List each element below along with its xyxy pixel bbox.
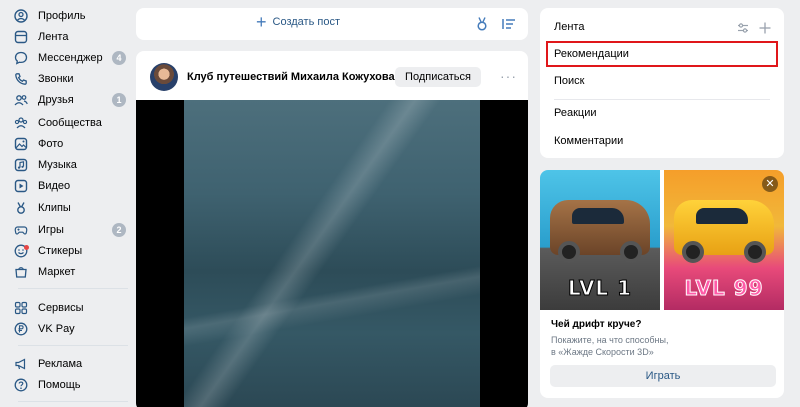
sidebar-item-clips[interactable]: Клипы [14,198,130,218]
sidebar-item-music[interactable]: Музыка [14,155,130,175]
sidebar-item-label: Звонки [38,73,74,85]
lvl-99-label: LVL 99 [684,276,764,301]
sidebar-item-label: Мессенджер [38,52,103,64]
sidebar-divider [18,401,128,402]
music-icon [14,158,28,172]
gold-car-graphic [674,200,774,263]
sidebar-divider [18,345,128,346]
settings-sliders-icon[interactable] [736,21,750,35]
play-button[interactable]: Играть [550,365,776,387]
sidebar-item-label: Сообщества [38,117,102,129]
sidebar-item-games[interactable]: Игры 2 [14,220,130,240]
video-frame [184,100,480,407]
ad-card[interactable]: LVL 1 LVL 99 ✕ Чей дрифт круче? Покажите… [540,170,784,398]
sidebar-item-photo[interactable]: Фото [14,134,130,154]
create-post-card: + Создать пост [136,8,599,40]
notification-dot [24,245,29,250]
menu-item-reactions[interactable]: Реакции [546,100,778,126]
sidebar-item-video[interactable]: Видео [14,176,130,196]
games-icon [14,223,28,237]
sidebar-item-label: Помощь [38,379,81,391]
sidebar-item-label: Игры [38,224,64,236]
ad-title: Чей дрифт круче? [551,319,642,330]
sidebar-item-label: Стикеры [38,245,83,257]
sidebar-item-label: Музыка [38,159,77,171]
sidebar-divider [18,288,128,289]
more-options-icon[interactable]: ··· [500,68,517,84]
sidebar-item-label: Друзья [38,94,74,106]
ad-image-lvl1: LVL 1 [540,170,660,310]
sidebar-item-calls[interactable]: Звонки [14,69,130,89]
messenger-badge: 4 [112,51,126,65]
left-sidebar: Профиль Лента Мессенджер 4 Звонки Друзья… [0,0,135,407]
message-icon [14,51,28,65]
sidebar-item-label: Реклама [38,358,83,370]
market-icon [14,265,28,279]
games-badge: 2 [112,223,126,237]
sidebar-item-vkpay[interactable]: VK Pay [14,319,130,339]
communities-icon [14,116,28,130]
author-avatar[interactable] [150,63,178,91]
news-feed-icon [14,30,28,44]
sidebar-item-feed[interactable]: Лента [14,27,130,47]
menu-item-search[interactable]: Поиск [546,68,778,94]
sidebar-item-communities[interactable]: Сообщества [14,113,130,133]
sidebar-item-label: VK Pay [38,323,75,335]
close-ad-icon[interactable]: ✕ [762,176,778,192]
ad-desc-line: в «Жажде Скорости 3D» [551,347,654,357]
create-post-label: Создать пост [272,16,340,28]
menu-item-comments[interactable]: Комментарии [546,128,778,154]
vkpay-icon [14,322,28,336]
ad-desc-line: Покажите, на что способны, [551,335,669,345]
subscribe-button[interactable]: Подписаться [395,67,481,87]
services-icon [14,301,28,315]
sidebar-item-label: Профиль [38,10,86,22]
rusty-car-graphic [550,200,650,263]
plus-icon: + [256,12,267,32]
create-post-button[interactable]: + Создать пост [256,12,340,32]
ads-icon [14,357,28,371]
sidebar-item-ads[interactable]: Реклама [14,354,130,374]
sidebar-item-services[interactable]: Сервисы [14,298,130,318]
video-icon [14,179,28,193]
sidebar-item-market[interactable]: Маркет [14,262,130,282]
sidebar-item-label: Видео [38,180,71,192]
feed-menu: Лента Рекомендации Поиск Реакции Коммент… [540,8,784,158]
friends-badge: 1 [112,93,126,107]
photo-icon [14,137,28,151]
user-circle-icon [14,9,28,23]
video-player[interactable] [136,100,528,407]
friends-icon [14,93,28,107]
menu-item-recommendations[interactable]: Рекомендации [546,41,778,67]
sidebar-item-label: Фото [38,138,64,150]
sidebar-item-messenger[interactable]: Мессенджер 4 [14,48,130,68]
sidebar-item-help[interactable]: Помощь [14,375,130,395]
sidebar-item-label: Клипы [38,202,71,214]
help-icon [14,378,28,392]
sidebar-item-stickers[interactable]: Стикеры [14,241,130,261]
sidebar-item-label: Сервисы [38,302,84,314]
clip-create-icon[interactable] [474,16,490,32]
sidebar-item-label: Лента [38,31,69,43]
clips-icon [14,201,28,215]
sidebar-item-profile[interactable]: Профиль [14,6,130,26]
sidebar-item-label: Маркет [38,266,76,278]
stickers-icon [14,244,29,258]
feed-sort-icon[interactable] [501,16,517,32]
post-card: Клуб путешествий Михаила Кожухова Подпис… [136,51,528,407]
post-author[interactable]: Клуб путешествий Михаила Кожухова [187,71,395,83]
ad-description: Покажите, на что способны, в «Жажде Скор… [551,334,771,358]
lvl-1-label: LVL 1 [567,276,633,301]
sidebar-item-friends[interactable]: Друзья 1 [14,90,130,110]
phone-icon [14,72,28,86]
add-icon[interactable] [758,21,772,35]
